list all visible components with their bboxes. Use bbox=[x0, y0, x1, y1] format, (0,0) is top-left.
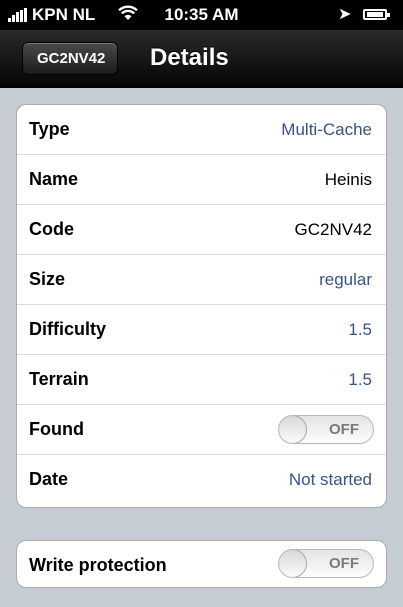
detail-row-found: Found OFF bbox=[17, 405, 386, 455]
detail-row-type[interactable]: Type Multi-Cache bbox=[17, 105, 386, 155]
detail-value: regular bbox=[319, 270, 372, 289]
detail-row-size[interactable]: Size regular bbox=[17, 255, 386, 305]
detail-row-difficulty[interactable]: Difficulty 1.5 bbox=[17, 305, 386, 355]
write-protection-table: Write protection OFF bbox=[16, 540, 387, 588]
navigation-bar: GC2NV42 Details bbox=[0, 30, 403, 88]
detail-label: Code bbox=[29, 219, 74, 239]
back-button-label: GC2NV42 bbox=[37, 50, 106, 67]
detail-label: Difficulty bbox=[29, 319, 107, 339]
details-table: Type Multi-Cache Name Heinis Code GC2NV4… bbox=[16, 104, 387, 508]
back-button[interactable]: GC2NV42 bbox=[22, 42, 119, 75]
toggle-knob bbox=[279, 416, 307, 443]
detail-label: Size bbox=[29, 269, 66, 289]
detail-value: 1.5 bbox=[348, 320, 372, 339]
found-toggle[interactable]: OFF bbox=[278, 415, 374, 444]
detail-label: Type bbox=[29, 119, 70, 139]
detail-row-date[interactable]: Date Not started bbox=[17, 455, 386, 505]
detail-row-name: Name Heinis bbox=[17, 155, 386, 205]
detail-value: 1.5 bbox=[348, 370, 372, 389]
status-bar: KPN NL 10:35 AM ➤ bbox=[0, 0, 403, 30]
battery-icon bbox=[363, 9, 390, 20]
toggle-state-text: OFF bbox=[329, 555, 359, 572]
toggle-state-text: OFF bbox=[329, 421, 359, 438]
detail-row-terrain[interactable]: Terrain 1.5 bbox=[17, 355, 386, 405]
detail-label: Terrain bbox=[29, 369, 89, 389]
detail-label: Date bbox=[29, 469, 69, 489]
detail-row-code: Code GC2NV42 bbox=[17, 205, 386, 255]
write-protection-toggle[interactable]: OFF bbox=[278, 549, 374, 578]
write-protection-label: Write protection bbox=[29, 555, 167, 575]
page-title: Details bbox=[150, 44, 229, 71]
toggle-knob bbox=[279, 550, 307, 577]
detail-label: Name bbox=[29, 169, 79, 189]
detail-value: GC2NV42 bbox=[294, 220, 372, 239]
location-arrow-icon: ➤ bbox=[338, 6, 352, 23]
detail-value: Multi-Cache bbox=[281, 120, 372, 139]
detail-value: Not started bbox=[288, 470, 372, 489]
detail-label: Found bbox=[29, 419, 84, 439]
write-protection-row: Write protection OFF bbox=[17, 541, 386, 587]
detail-value: Heinis bbox=[324, 170, 372, 189]
